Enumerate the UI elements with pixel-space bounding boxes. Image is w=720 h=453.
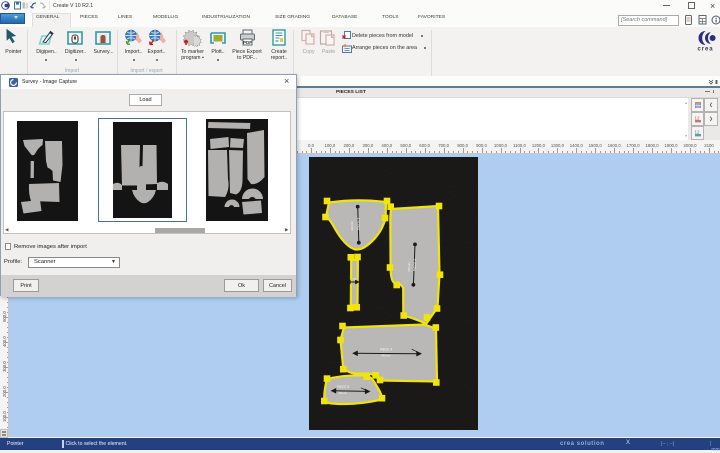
svg-text:240 mm: 240 mm (381, 354, 390, 358)
svg-text:120 mm: 120 mm (350, 221, 354, 230)
svg-text:PDF: PDF (243, 40, 252, 45)
svg-text:140 mm: 140 mm (407, 262, 411, 271)
svg-text:12: 12 (694, 115, 700, 120)
svg-text:PIECE 5: PIECE 5 (337, 385, 349, 389)
svg-text:crea: crea (698, 47, 714, 53)
svg-text:90 mm: 90 mm (339, 391, 347, 395)
svg-text:P3: P3 (353, 277, 357, 281)
svg-text:PIECE 4: PIECE 4 (380, 348, 392, 352)
svg-text:PIECE 2: PIECE 2 (413, 259, 417, 271)
svg-text:PIECE 1: PIECE 1 (357, 218, 361, 230)
svg-text:12: 12 (694, 129, 700, 134)
